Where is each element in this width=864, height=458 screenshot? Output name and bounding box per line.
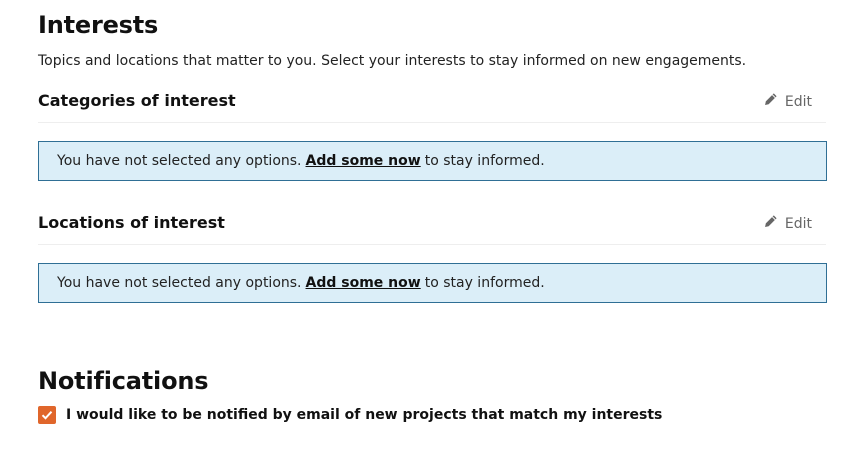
categories-notice-suffix: to stay informed. xyxy=(424,153,545,169)
locations-notice-suffix: to stay informed. xyxy=(424,275,545,291)
categories-section-header: Categories of interest Edit xyxy=(38,91,826,123)
email-notification-option: I would like to be notified by email of … xyxy=(38,406,662,424)
locations-edit-label: Edit xyxy=(784,215,812,232)
pencil-icon xyxy=(763,92,778,111)
locations-section-header: Locations of interest Edit xyxy=(38,213,826,245)
categories-title: Categories of interest xyxy=(38,91,236,110)
checkmark-icon xyxy=(41,411,53,420)
categories-add-link[interactable]: Add some now xyxy=(306,153,421,169)
interests-intro: Topics and locations that matter to you.… xyxy=(38,53,747,69)
locations-empty-notice: You have not selected any options. Add s… xyxy=(38,263,827,303)
locations-notice-text: You have not selected any options. xyxy=(57,275,302,291)
pencil-icon xyxy=(763,214,778,233)
email-notification-checkbox[interactable] xyxy=(38,406,56,424)
categories-notice-text: You have not selected any options. xyxy=(57,153,302,169)
categories-edit-button[interactable]: Edit xyxy=(763,92,812,111)
notifications-title: Notifications xyxy=(38,367,209,395)
categories-empty-notice: You have not selected any options. Add s… xyxy=(38,141,827,181)
page-title: Interests xyxy=(38,11,159,39)
email-notification-label: I would like to be notified by email of … xyxy=(66,407,663,423)
locations-add-link[interactable]: Add some now xyxy=(306,275,421,291)
categories-edit-label: Edit xyxy=(784,93,812,110)
locations-edit-button[interactable]: Edit xyxy=(763,214,812,233)
locations-title: Locations of interest xyxy=(38,213,225,232)
